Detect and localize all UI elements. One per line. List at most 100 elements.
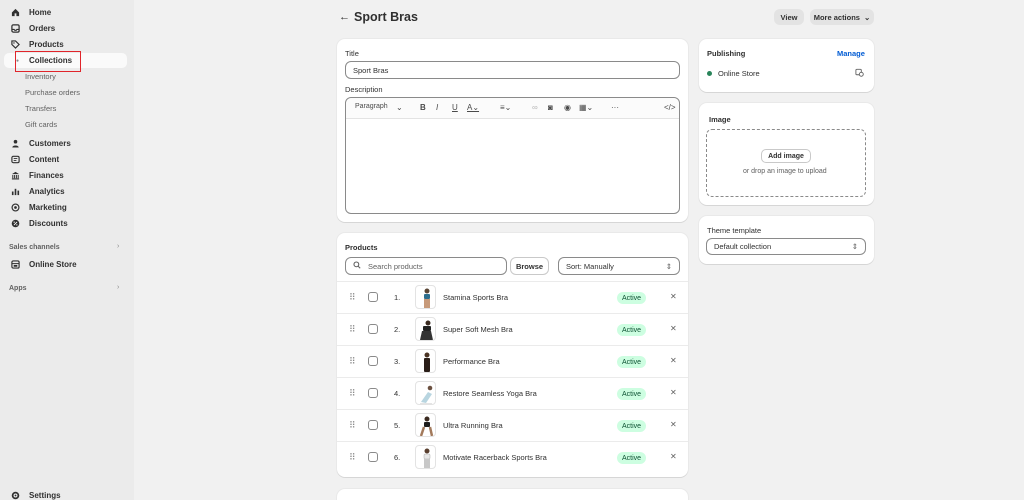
code-icon[interactable]: </>: [664, 103, 676, 112]
sidebar-subitem-gift-cards[interactable]: Gift cards: [25, 120, 57, 129]
product-name[interactable]: Restore Seamless Yoga Bra: [443, 389, 537, 398]
search-products-input[interactable]: Search products: [345, 257, 507, 275]
chevron-down-icon[interactable]: ⌄: [396, 103, 403, 112]
row-checkbox[interactable]: [368, 452, 378, 462]
sidebar-item-marketing[interactable]: Marketing: [4, 200, 127, 215]
video-icon[interactable]: ◉: [564, 103, 571, 112]
row-index: 1.: [394, 293, 401, 302]
schedule-icon[interactable]: [855, 68, 864, 79]
sidebar-item-online-store[interactable]: Online Store: [4, 257, 127, 272]
remove-icon[interactable]: ✕: [670, 420, 677, 429]
product-name[interactable]: Motivate Racerback Sports Bra: [443, 453, 547, 462]
status-badge: Active: [617, 420, 647, 432]
manage-link[interactable]: Manage: [837, 49, 865, 58]
description-label: Description: [345, 85, 383, 94]
sidebar-subitem-purchase-orders[interactable]: Purchase orders: [25, 88, 80, 97]
text-color-icon[interactable]: A⌄: [467, 103, 479, 112]
description-editor[interactable]: Paragraph ⌄ B I U A⌄ ≡⌄ ∞ ◙ ◉ ▦⌄ ··· </>: [345, 97, 680, 214]
sort-select[interactable]: Sort: Manually ⇕: [558, 257, 680, 275]
image-icon[interactable]: ◙: [548, 103, 553, 112]
drag-handle-icon[interactable]: ⠿: [349, 420, 356, 431]
sidebar-item-label: Orders: [29, 24, 56, 33]
sidebar-item-home[interactable]: Home: [4, 5, 127, 20]
bank-icon: [9, 171, 21, 180]
image-dropzone[interactable]: [706, 129, 866, 197]
underline-icon[interactable]: U: [452, 103, 458, 112]
target-icon: [9, 203, 21, 212]
remove-icon[interactable]: ✕: [670, 324, 677, 333]
status-badge: Active: [617, 292, 647, 304]
remove-icon[interactable]: ✕: [670, 292, 677, 301]
table-row[interactable]: ⠿ 3. Performance Bra Active ✕: [337, 345, 688, 377]
browse-button[interactable]: Browse: [510, 257, 549, 275]
row-checkbox[interactable]: [368, 324, 378, 334]
remove-icon[interactable]: ✕: [670, 356, 677, 365]
sidebar-subitem-transfers[interactable]: Transfers: [25, 104, 56, 113]
product-name[interactable]: Performance Bra: [443, 357, 500, 366]
row-checkbox[interactable]: [368, 388, 378, 398]
table-row[interactable]: ⠿ 6. Motivate Racerback Sports Bra Activ…: [337, 441, 688, 473]
row-index: 3.: [394, 357, 401, 366]
page-title: Sport Bras: [354, 10, 418, 24]
sidebar-item-products[interactable]: Products: [4, 37, 127, 52]
italic-icon[interactable]: I: [436, 103, 438, 112]
product-name[interactable]: Super Soft Mesh Bra: [443, 325, 513, 334]
link-icon[interactable]: ∞: [532, 103, 538, 112]
sidebar-item-label: Marketing: [29, 203, 67, 212]
sidebar-item-label: Customers: [29, 139, 71, 148]
table-row[interactable]: ⠿ 1. Stamina Sports Bra Active ✕: [337, 281, 688, 313]
table-row[interactable]: ⠿ 5. Ultra Running Bra Active ✕: [337, 409, 688, 441]
sidebar-item-settings[interactable]: Settings: [4, 488, 127, 500]
sidebar-item-orders[interactable]: Orders: [4, 21, 127, 36]
row-index: 2.: [394, 325, 401, 334]
sidebar-item-content[interactable]: Content: [4, 152, 127, 167]
image-heading: Image: [709, 115, 731, 124]
align-icon[interactable]: ≡⌄: [500, 103, 511, 112]
chevron-right-icon[interactable]: ›: [117, 284, 119, 291]
back-arrow-icon[interactable]: ←: [339, 11, 350, 23]
view-button[interactable]: View: [774, 9, 804, 25]
sidebar-subitem-inventory[interactable]: Inventory: [25, 72, 56, 81]
theme-template-select[interactable]: Default collection ⇕: [706, 238, 866, 255]
remove-icon[interactable]: ✕: [670, 452, 677, 461]
row-checkbox[interactable]: [368, 420, 378, 430]
highlight-annotation: [15, 51, 81, 72]
remove-icon[interactable]: ✕: [670, 388, 677, 397]
drag-handle-icon[interactable]: ⠿: [349, 356, 356, 367]
table-row[interactable]: ⠿ 4. Restore Seamless Yoga Bra Active ✕: [337, 377, 688, 409]
drag-handle-icon[interactable]: ⠿: [349, 292, 356, 303]
store-icon: [9, 260, 21, 269]
row-checkbox[interactable]: [368, 292, 378, 302]
bold-icon[interactable]: B: [420, 103, 426, 112]
sales-channels-label[interactable]: Sales channels: [9, 244, 60, 251]
sidebar-item-finances[interactable]: Finances: [4, 168, 127, 183]
row-checkbox[interactable]: [368, 356, 378, 366]
drag-handle-icon[interactable]: ⠿: [349, 324, 356, 335]
sidebar-item-discounts[interactable]: Discounts: [4, 216, 127, 231]
apps-label[interactable]: Apps: [9, 285, 27, 292]
sidebar: Home Orders Products Collections ● Inven…: [0, 0, 134, 500]
add-image-button[interactable]: Add image: [761, 149, 811, 163]
product-thumbnail: [415, 285, 436, 309]
more-actions-button[interactable]: More actions ⌄: [810, 9, 874, 25]
table-icon[interactable]: ▦⌄: [579, 103, 593, 112]
status-badge: Active: [617, 324, 647, 336]
product-name[interactable]: Ultra Running Bra: [443, 421, 503, 430]
drag-handle-icon[interactable]: ⠿: [349, 388, 356, 399]
sidebar-item-label: Settings: [29, 491, 61, 500]
table-row[interactable]: ⠿ 2. Super Soft Mesh Bra Active ✕: [337, 313, 688, 345]
products-heading: Products: [345, 243, 378, 252]
title-input[interactable]: Sport Bras: [345, 61, 680, 79]
theme-template-value: Default collection: [714, 242, 772, 251]
sidebar-item-customers[interactable]: Customers: [4, 136, 127, 151]
content-icon: [9, 155, 21, 164]
sidebar-item-label: Discounts: [29, 219, 68, 228]
drag-handle-icon[interactable]: ⠿: [349, 452, 356, 463]
product-name[interactable]: Stamina Sports Bra: [443, 293, 508, 302]
more-icon[interactable]: ···: [611, 103, 619, 112]
bar-chart-icon: [9, 187, 21, 196]
paragraph-dropdown[interactable]: Paragraph: [355, 103, 388, 110]
sidebar-item-analytics[interactable]: Analytics: [4, 184, 127, 199]
row-index: 5.: [394, 421, 401, 430]
chevron-right-icon[interactable]: ›: [117, 243, 119, 250]
